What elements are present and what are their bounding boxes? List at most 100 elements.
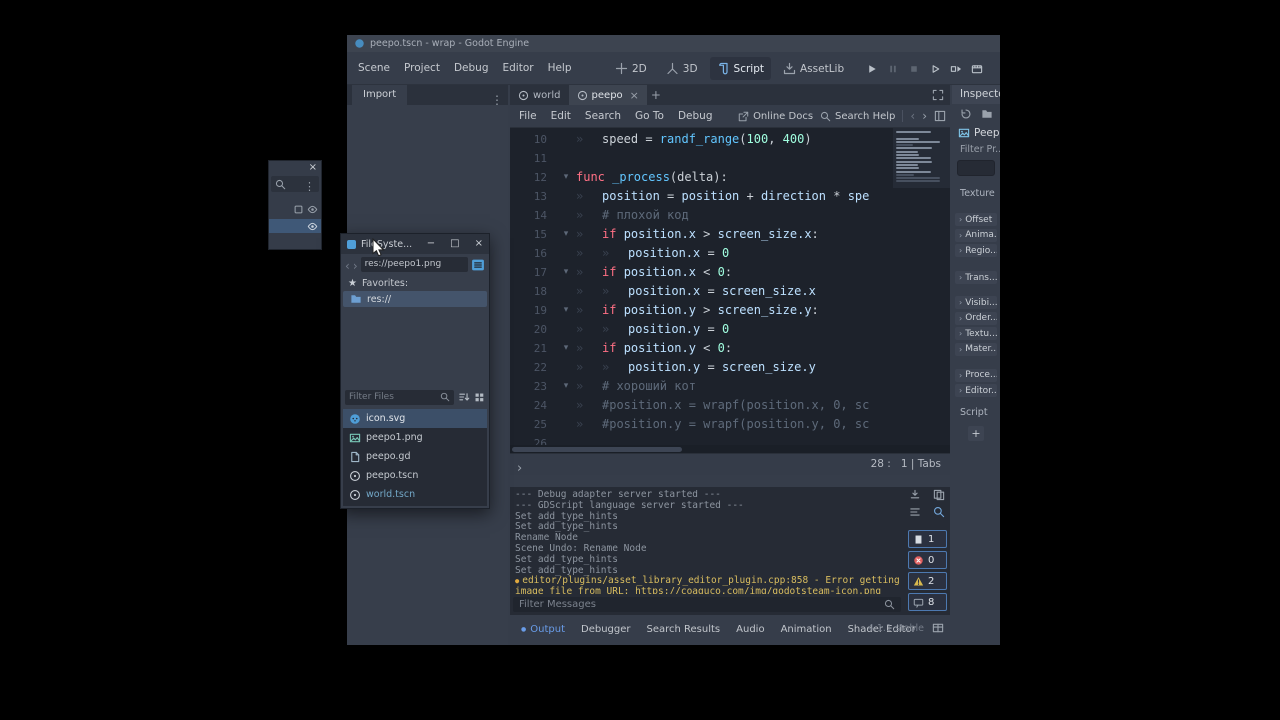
code-line[interactable]: 11 xyxy=(510,149,894,168)
script-menu-go-to[interactable]: Go To xyxy=(628,105,671,127)
filter-properties-input[interactable] xyxy=(957,160,995,176)
scene-tab-world[interactable]: world xyxy=(510,85,569,105)
code-line[interactable]: 19 ▾» if position.y > screen_size.y: xyxy=(510,301,894,320)
code-line[interactable]: 21 ▾» if position.y < 0: xyxy=(510,339,894,358)
inspector-section-trans[interactable]: › Trans... xyxy=(955,271,997,284)
selected-node[interactable]: Peep... xyxy=(952,124,1000,142)
view-mode-button[interactable] xyxy=(474,392,485,403)
panel-tab-animation[interactable]: Animation xyxy=(773,617,840,641)
minimize-button[interactable]: − xyxy=(427,234,435,254)
code-line[interactable]: 23 ▾» # хороший кот xyxy=(510,377,894,396)
inspector-section-editor[interactable]: › Editor... xyxy=(955,384,997,397)
close-window-icon[interactable]: × xyxy=(309,161,317,174)
collapse-duplicates-button[interactable] xyxy=(907,506,923,518)
mode-script-button[interactable]: Script xyxy=(709,57,771,80)
scene-dock-titlebar[interactable]: × xyxy=(269,161,321,174)
fold-arrow-icon[interactable]: ▾ xyxy=(556,225,576,244)
copy-log-button[interactable] xyxy=(931,489,947,501)
menu-debug[interactable]: Debug xyxy=(447,52,496,84)
dock-tab-inspector[interactable]: Inspector xyxy=(952,85,1000,104)
scrollbar-thumb[interactable] xyxy=(512,446,682,452)
log-filter-warnings[interactable]: 2 xyxy=(908,572,947,590)
code-line[interactable]: 24» #position.x = wrapf(position.x, 0, sc xyxy=(510,396,894,415)
menu-help[interactable]: Help xyxy=(541,52,579,84)
play-custom-scene-button[interactable] xyxy=(950,63,962,75)
script-menu-debug[interactable]: Debug xyxy=(671,105,720,127)
code-line[interactable]: 14» # плохой код xyxy=(510,206,894,225)
scene-dock-search[interactable]: ⋮ xyxy=(271,176,319,192)
options-icon[interactable]: ⋮ xyxy=(304,175,315,194)
clear-log-button[interactable] xyxy=(907,489,923,501)
new-tab-button[interactable]: + xyxy=(647,85,665,105)
code-line[interactable]: 25» #position.y = wrapf(position.y, 0, sc xyxy=(510,415,894,434)
code-line[interactable]: 20»» position.y = 0 xyxy=(510,320,894,339)
scripts-panel-button[interactable] xyxy=(934,110,946,122)
scene-tab-peepo[interactable]: peepo × xyxy=(568,85,647,105)
search-help-button[interactable]: Search Help xyxy=(820,111,895,122)
output-log[interactable]: --- Debug adapter server started --- --- … xyxy=(515,490,904,594)
history-back-button[interactable]: ‹ xyxy=(910,110,915,123)
history-button[interactable] xyxy=(960,108,972,120)
pause-button[interactable] xyxy=(887,63,899,75)
fold-arrow-icon[interactable]: ▾ xyxy=(556,263,576,282)
code-line[interactable]: 26 xyxy=(510,434,894,445)
stop-button[interactable] xyxy=(908,63,920,75)
inspector-section-order[interactable]: › Order... xyxy=(955,311,997,325)
menu-project[interactable]: Project xyxy=(397,52,447,84)
folder-button[interactable] xyxy=(981,108,993,120)
inspector-section-anima[interactable]: ›Anima... xyxy=(955,228,997,242)
code-line[interactable]: 22»» position.y = screen_size.y xyxy=(510,358,894,377)
file-item-icon-svg[interactable]: icon.svg xyxy=(343,409,487,428)
code-line[interactable]: 13» position = position + direction * spe xyxy=(510,187,894,206)
panel-tab-output[interactable]: ● Output xyxy=(513,617,573,641)
code-line[interactable]: 16»» position.x = 0 xyxy=(510,244,894,263)
inspector-section-offset[interactable]: › Offset xyxy=(955,213,997,226)
panel-tab-search-results[interactable]: Search Results xyxy=(639,617,729,641)
mode-assetlib-button[interactable]: AssetLib xyxy=(776,57,851,80)
script-menu-search[interactable]: Search xyxy=(578,105,628,127)
maximize-button[interactable]: □ xyxy=(450,234,459,254)
code-line[interactable]: 15 ▾» if position.x > screen_size.x: xyxy=(510,225,894,244)
panel-tab-audio[interactable]: Audio xyxy=(728,617,772,641)
inspector-section-proce[interactable]: › Proce... xyxy=(955,368,997,382)
fold-arrow-icon[interactable]: ▾ xyxy=(556,168,576,187)
code-line[interactable]: 17 ▾» if position.x < 0: xyxy=(510,263,894,282)
filesystem-titlebar[interactable]: FileSyste... − □ × xyxy=(341,234,489,254)
fold-arrow-icon[interactable]: ▾ xyxy=(556,377,576,396)
code-line[interactable]: 18»» position.x = screen_size.x xyxy=(510,282,894,301)
log-filter-messages[interactable]: 8 xyxy=(908,593,947,611)
log-filter-debug[interactable]: 1 xyxy=(908,530,947,548)
node-row[interactable] xyxy=(269,219,321,233)
online-docs-button[interactable]: Online Docs xyxy=(738,111,813,122)
fold-arrow-icon[interactable]: ▾ xyxy=(556,301,576,320)
play-button[interactable] xyxy=(866,63,878,75)
menu-editor[interactable]: Editor xyxy=(495,52,540,84)
script-menu-edit[interactable]: Edit xyxy=(544,105,578,127)
mode-2d-button[interactable]: 2D xyxy=(608,57,654,80)
file-item-peepo1-png[interactable]: peepo1.png xyxy=(343,428,487,447)
layout-grid-button[interactable] xyxy=(932,622,944,634)
play-scene-button[interactable] xyxy=(929,63,941,75)
inspector-section-mater[interactable]: › Mater... xyxy=(955,342,997,356)
movie-maker-button[interactable] xyxy=(971,63,983,75)
script-menu-file[interactable]: File xyxy=(512,105,544,127)
favorite-item-res[interactable]: res:// xyxy=(343,291,487,307)
dock-tab-import[interactable]: Import xyxy=(352,85,408,105)
sort-files-button[interactable] xyxy=(458,391,470,403)
file-item-peepo-gd[interactable]: peepo.gd xyxy=(343,447,487,466)
horizontal-scrollbar[interactable] xyxy=(510,445,950,453)
add-metadata-button[interactable]: + xyxy=(968,426,984,441)
nav-forward-button[interactable]: › xyxy=(353,255,358,274)
minimap[interactable] xyxy=(893,128,950,188)
history-forward-button[interactable]: › xyxy=(922,110,927,123)
inspector-section-visibi[interactable]: › Visibi... xyxy=(955,296,997,309)
code-line[interactable]: 12 ▾ func _process(delta): xyxy=(510,168,894,187)
menu-scene[interactable]: Scene xyxy=(351,52,397,84)
code-editor[interactable]: 10» speed = randf_range(100, 400) 11 12 ▾ fun… xyxy=(510,128,950,445)
inspector-section-regio[interactable]: › Regio... xyxy=(955,244,997,257)
panel-tab-debugger[interactable]: Debugger xyxy=(573,617,639,641)
expand-chevron-icon[interactable]: › xyxy=(517,457,522,476)
filter-messages-input[interactable]: Filter Messages xyxy=(513,597,901,612)
code-line[interactable]: 10» speed = randf_range(100, 400) xyxy=(510,130,894,149)
filter-files-input[interactable]: Filter Files xyxy=(345,389,454,405)
